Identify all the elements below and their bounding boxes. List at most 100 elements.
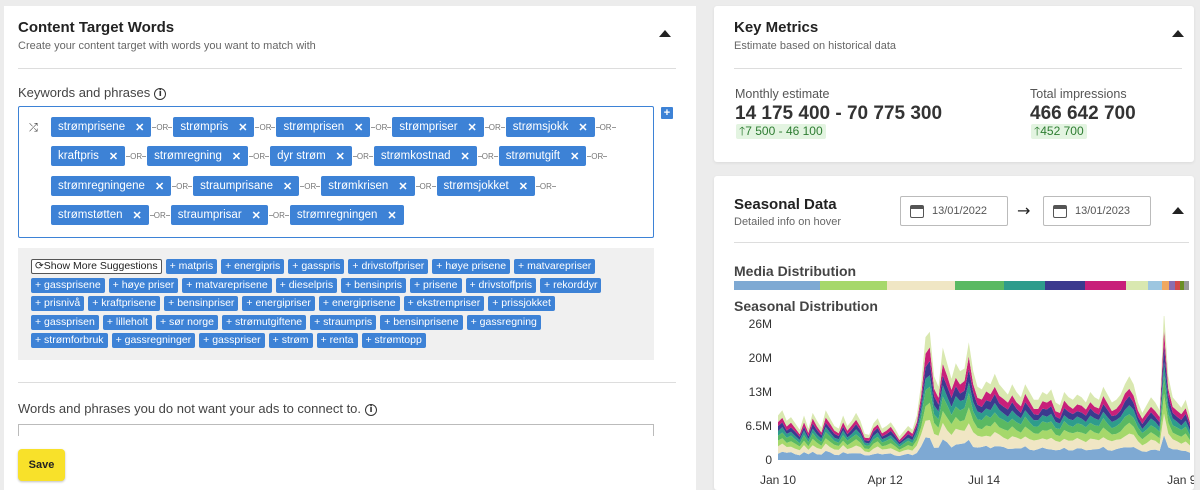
remove-icon[interactable]: ✕	[283, 180, 292, 193]
remove-icon[interactable]: ✕	[519, 180, 528, 193]
suggestion-chip[interactable]: + gassprisene	[31, 277, 105, 293]
save-button[interactable]: Save	[18, 449, 65, 481]
calendar-icon	[910, 204, 924, 218]
keyword-chip[interactable]: strømregning ✕	[147, 146, 249, 166]
media-segment[interactable]	[1125, 281, 1149, 290]
remove-icon[interactable]: ✕	[252, 209, 261, 222]
media-segment[interactable]	[1044, 281, 1086, 290]
suggestion-chip[interactable]: + strømforbruk	[31, 333, 108, 348]
suggestion-chip[interactable]: + gasspris	[288, 259, 345, 274]
remove-icon[interactable]: ✕	[133, 209, 142, 222]
media-segment[interactable]	[1184, 281, 1189, 290]
suggestion-chip[interactable]: + bensinprisene	[380, 314, 463, 330]
suggestion-chip[interactable]: + drivstoffpriser	[348, 259, 429, 274]
negative-keywords-input[interactable]	[18, 424, 654, 436]
media-segment[interactable]	[1148, 281, 1162, 290]
suggestion-chip[interactable]: + prisnivå	[31, 296, 85, 311]
suggestion-chip[interactable]: + lilleholt	[102, 314, 152, 330]
keyword-chip[interactable]: straumprisane ✕	[193, 176, 300, 196]
suggestion-chip[interactable]: + straumpris	[310, 314, 377, 330]
x-tick-label: Apr 12	[867, 473, 903, 487]
suggestion-chip[interactable]: + gassprisen	[31, 314, 99, 330]
suggestion-chip[interactable]: + matvareprisene	[182, 277, 272, 293]
suggestion-chip[interactable]: + strømutgiftene	[221, 314, 307, 330]
keyword-chip[interactable]: strømpriser ✕	[392, 117, 484, 137]
suggestion-chip[interactable]: + sør norge	[155, 314, 218, 330]
remove-icon[interactable]: ✕	[238, 121, 247, 134]
media-segment[interactable]	[954, 281, 1005, 290]
remove-icon[interactable]: ✕	[109, 150, 118, 163]
keyword-chip[interactable]: strømkrisen ✕	[321, 176, 415, 196]
show-more-suggestions-button[interactable]: ⟳Show More Suggestions	[31, 259, 162, 274]
seasonal-area-chart[interactable]: 26M 20M 13M 6.5M 0 Jan 10 Apr 12 Jul 14 Jan 9	[714, 316, 1194, 490]
or-connector: OR	[249, 152, 269, 161]
keyword-chip[interactable]: strømprisene ✕	[51, 117, 152, 137]
media-distribution-bar[interactable]	[734, 281, 1189, 290]
suggestion-chip[interactable]: + gasspriser	[199, 333, 265, 348]
keywords-box[interactable]: ⤮ strømprisene ✕ OR strømpris ✕ OR strømprisen…	[18, 106, 654, 238]
remove-icon[interactable]: ✕	[232, 150, 241, 163]
suggestion-chip[interactable]: + bensinpriser	[164, 296, 239, 311]
collapse-icon[interactable]	[1172, 30, 1184, 37]
suggestion-chip[interactable]: + energiprisene	[318, 296, 400, 311]
suggestion-chip[interactable]: + gassregninger	[111, 333, 196, 348]
media-segment[interactable]	[1161, 281, 1169, 290]
remove-icon[interactable]: ✕	[468, 121, 477, 134]
suggestion-chip[interactable]: + energipriser	[242, 296, 315, 311]
keyword-chip[interactable]: strømutgift ✕	[498, 146, 587, 166]
media-segment[interactable]	[1085, 281, 1126, 290]
suggestion-chip[interactable]: + ekstrempriser	[403, 296, 485, 311]
monthly-change-value: 7 500 - 46 100	[745, 124, 823, 138]
suggestion-chip[interactable]: + høye priser	[108, 277, 179, 293]
keyword-chip[interactable]: strømprisen ✕	[276, 117, 371, 137]
keyword-chip[interactable]: strømstøtten ✕	[51, 205, 149, 225]
suggestion-chip[interactable]: + strøm	[268, 333, 313, 348]
remove-icon[interactable]: ✕	[387, 209, 396, 222]
remove-icon[interactable]: ✕	[155, 180, 164, 193]
add-keyword-icon[interactable]: +	[661, 107, 673, 119]
keyword-chip[interactable]: straumprisar ✕	[170, 205, 268, 225]
remove-icon[interactable]: ✕	[135, 121, 144, 134]
remove-icon[interactable]: ✕	[354, 121, 363, 134]
keyword-chip[interactable]: strømregningen ✕	[289, 205, 404, 225]
keyword-chip[interactable]: strømsjokk ✕	[505, 117, 595, 137]
keyword-chip[interactable]: strømsjokket ✕	[436, 176, 535, 196]
suggestion-chip[interactable]: + rekorddyr	[540, 277, 602, 293]
suggestion-chip[interactable]: + prisene	[410, 277, 462, 293]
seasonal-subtitle: Detailed info on hover	[734, 216, 842, 228]
media-segment[interactable]	[1168, 281, 1176, 290]
remove-icon[interactable]: ✕	[461, 150, 470, 163]
suggestion-chip[interactable]: + bensinpris	[341, 277, 406, 293]
media-segment[interactable]	[887, 281, 955, 290]
remove-icon[interactable]: ✕	[336, 150, 345, 163]
remove-icon[interactable]: ✕	[570, 150, 579, 163]
collapse-icon[interactable]	[1172, 207, 1184, 214]
media-segment[interactable]	[734, 281, 820, 290]
info-icon[interactable]: i	[154, 88, 167, 100]
suggestion-chip[interactable]: + gassregning	[466, 314, 541, 330]
suggestion-chip[interactable]: + høye prisene	[432, 259, 511, 274]
keyword-chip[interactable]: strømregningene ✕	[51, 176, 172, 196]
remove-icon[interactable]: ✕	[398, 180, 407, 193]
suggestion-chip[interactable]: + renta	[316, 333, 358, 348]
media-segment[interactable]	[1004, 281, 1045, 290]
remove-icon[interactable]: ✕	[578, 121, 587, 134]
keyword-chip[interactable]: kraftpris ✕	[51, 146, 126, 166]
collapse-icon[interactable]	[659, 30, 671, 37]
shuffle-icon[interactable]: ⤮	[29, 121, 38, 135]
keyword-chip[interactable]: dyr strøm ✕	[270, 146, 352, 166]
date-to-input[interactable]: 13/01/2023	[1043, 196, 1151, 226]
suggestion-chip[interactable]: + matpris	[165, 259, 218, 274]
keyword-chip[interactable]: strømpris ✕	[173, 117, 255, 137]
suggestion-chip[interactable]: + dieselpris	[275, 277, 338, 293]
suggestion-chip[interactable]: + strømtopp	[361, 333, 426, 348]
date-from-input[interactable]: 13/01/2022	[900, 196, 1008, 226]
suggestion-chip[interactable]: + matvarepriser	[514, 259, 596, 274]
suggestion-chip[interactable]: + energipris	[221, 259, 285, 274]
suggestion-chip[interactable]: + kraftprisene	[88, 296, 161, 311]
suggestion-chip[interactable]: + prissjokket	[488, 296, 555, 311]
media-segment[interactable]	[819, 281, 888, 290]
keyword-chip[interactable]: strømkostnad ✕	[373, 146, 477, 166]
info-icon[interactable]: i	[365, 404, 378, 416]
suggestion-chip[interactable]: + drivstoffpris	[465, 277, 537, 293]
